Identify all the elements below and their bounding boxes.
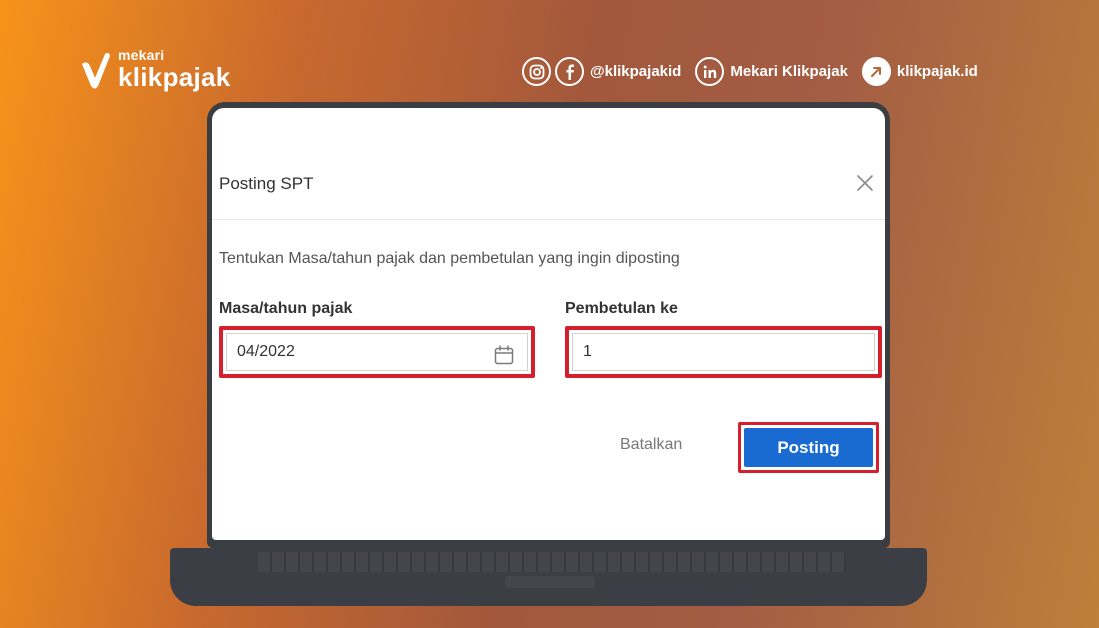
- social-handle[interactable]: @klikpajakid: [590, 63, 681, 80]
- masa-field-highlight: 04/2022: [219, 326, 535, 378]
- dialog-header: Posting SPT: [212, 108, 885, 220]
- masa-input[interactable]: 04/2022: [226, 333, 528, 371]
- brand-small-text: mekari: [118, 47, 165, 63]
- laptop-keyboard: [258, 552, 846, 572]
- instagram-icon[interactable]: [522, 57, 551, 86]
- calendar-icon[interactable]: [493, 344, 515, 366]
- linkedin-icon[interactable]: [695, 57, 725, 86]
- pembetulan-value: 1: [583, 343, 592, 360]
- masa-value: 04/2022: [237, 343, 295, 360]
- pembetulan-field-highlight: 1: [565, 326, 882, 378]
- masa-label: Masa/tahun pajak: [219, 300, 353, 317]
- laptop-trackpad: [505, 576, 595, 588]
- arrow-up-right-icon[interactable]: [861, 57, 891, 86]
- posting-button-highlight: Posting: [738, 422, 879, 473]
- social-bar: @klikpajakid Mekari Klikpajak klikpajak.…: [522, 57, 992, 86]
- check-logo-icon: [82, 52, 110, 89]
- website-link[interactable]: klikpajak.id: [897, 63, 978, 80]
- dialog-title: Posting SPT: [219, 174, 314, 193]
- pembetulan-input[interactable]: 1: [572, 333, 875, 371]
- laptop-screen: Posting SPT Tentukan Masa/tahun pajak da…: [212, 108, 885, 540]
- close-icon[interactable]: [854, 172, 876, 194]
- cancel-button[interactable]: Batalkan: [620, 436, 682, 454]
- dialog-description: Tentukan Masa/tahun pajak dan pembetulan…: [219, 250, 680, 267]
- facebook-icon[interactable]: [555, 57, 584, 86]
- pembetulan-label: Pembetulan ke: [565, 300, 678, 317]
- posting-button[interactable]: Posting: [744, 428, 873, 467]
- linkedin-name[interactable]: Mekari Klikpajak: [730, 63, 848, 80]
- brand-logo: mekari klikpajak: [78, 48, 231, 90]
- brand-name: klikpajak: [118, 62, 231, 92]
